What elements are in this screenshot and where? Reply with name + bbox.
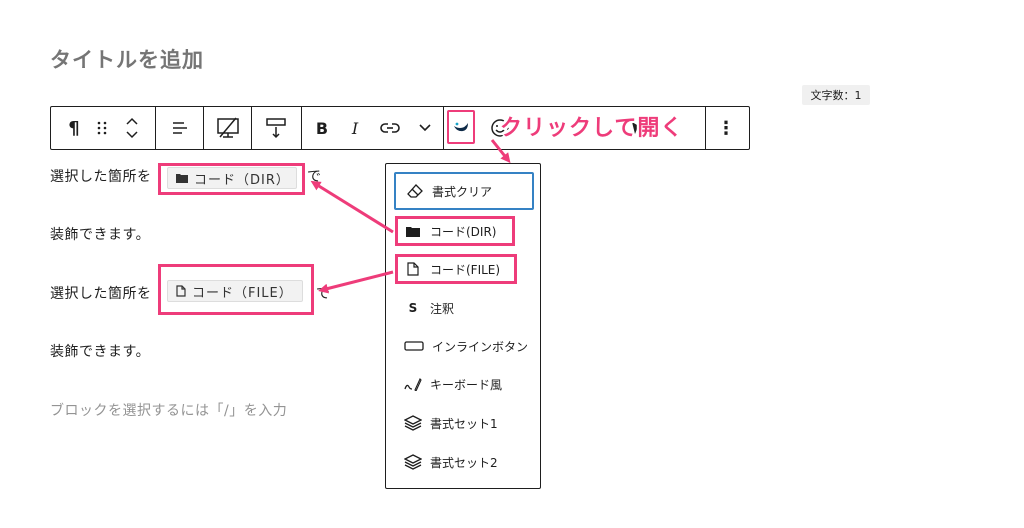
align-left-icon[interactable] (157, 107, 203, 149)
bold-button[interactable]: B (307, 107, 337, 149)
folder-icon (176, 174, 188, 183)
paragraph-2[interactable]: 装飾できます。 (50, 224, 150, 244)
paragraph-1-prefix[interactable]: 選択した箇所を (50, 166, 152, 186)
code-file-label: コード（FILE） (192, 285, 293, 301)
link-icon[interactable] (375, 107, 405, 149)
format-dropdown-button[interactable] (447, 110, 475, 144)
menu-item-annotation[interactable]: S 注釈 (394, 289, 534, 327)
menu-item-label: キーボード風 (430, 377, 503, 392)
code-dir-label: コード（DIR） (194, 172, 290, 188)
spacing-icon[interactable] (253, 107, 299, 149)
block-placeholder[interactable]: ブロックを選択するには「/」を入力 (50, 400, 287, 420)
menu-item-format-set-1[interactable]: 書式セット1 (394, 404, 534, 442)
move-up-down-icon[interactable] (119, 107, 145, 149)
menu-item-keyboard[interactable]: キーボード風 (394, 365, 534, 403)
arrow-to-code-dir (310, 180, 394, 234)
file-icon (404, 260, 422, 278)
file-icon (176, 285, 186, 297)
annotation-callout: クリックして開く (500, 116, 684, 141)
more-options-button[interactable]: ⋮ (711, 107, 741, 149)
menu-item-label: 注釈 (430, 301, 455, 316)
menu-item-label: コード(FILE) (430, 262, 501, 277)
drag-handle-icon[interactable] (91, 107, 113, 149)
arrow-to-code-file (318, 270, 394, 294)
menu-item-label: 書式クリア (432, 184, 493, 199)
layers-icon (404, 453, 422, 471)
paragraph-3-suffix: で (316, 286, 331, 302)
button-shape-icon (404, 337, 424, 355)
inline-code-dir[interactable]: コード（DIR） (167, 167, 297, 189)
menu-item-label: インラインボタン (432, 339, 529, 354)
paragraph-1-suffix: で (307, 169, 322, 185)
post-title-placeholder[interactable]: タイトルを追加 (50, 44, 204, 74)
menu-item-format-set-2[interactable]: 書式セット2 (394, 443, 534, 481)
paragraph-4[interactable]: 装飾できます。 (50, 341, 150, 361)
italic-button[interactable]: I (341, 107, 369, 149)
inline-code-file[interactable]: コード（FILE） (167, 280, 303, 302)
eraser-icon (406, 182, 424, 200)
s-letter-icon: S (408, 301, 418, 315)
menu-item-code-file[interactable]: コード(FILE) (395, 254, 517, 284)
paragraph-3-prefix[interactable]: 選択した箇所を (50, 283, 152, 303)
chevron-down-icon[interactable] (411, 107, 439, 149)
paragraph-block-button[interactable]: ¶ (59, 107, 89, 149)
menu-item-label: 書式セット1 (430, 416, 498, 431)
menu-item-code-dir[interactable]: コード(DIR) (395, 216, 515, 246)
folder-icon (404, 222, 422, 240)
word-count-badge: 文字数：1 (802, 85, 870, 105)
keyboard-pen-icon (404, 375, 422, 393)
format-dropdown-menu: 書式クリア コード(DIR) コード(FILE) S 注釈 インラインボタン キ… (385, 163, 541, 489)
menu-item-label: 書式セット2 (430, 455, 498, 470)
device-visibility-icon[interactable] (205, 107, 251, 149)
menu-item-inline-button[interactable]: インラインボタン (394, 327, 534, 365)
menu-item-clear-format[interactable]: 書式クリア (394, 172, 534, 210)
menu-item-label: コード(DIR) (430, 224, 497, 239)
paragraph-icon: ¶ (68, 117, 80, 139)
layers-icon (404, 414, 422, 432)
swell-logo-icon (454, 122, 468, 132)
